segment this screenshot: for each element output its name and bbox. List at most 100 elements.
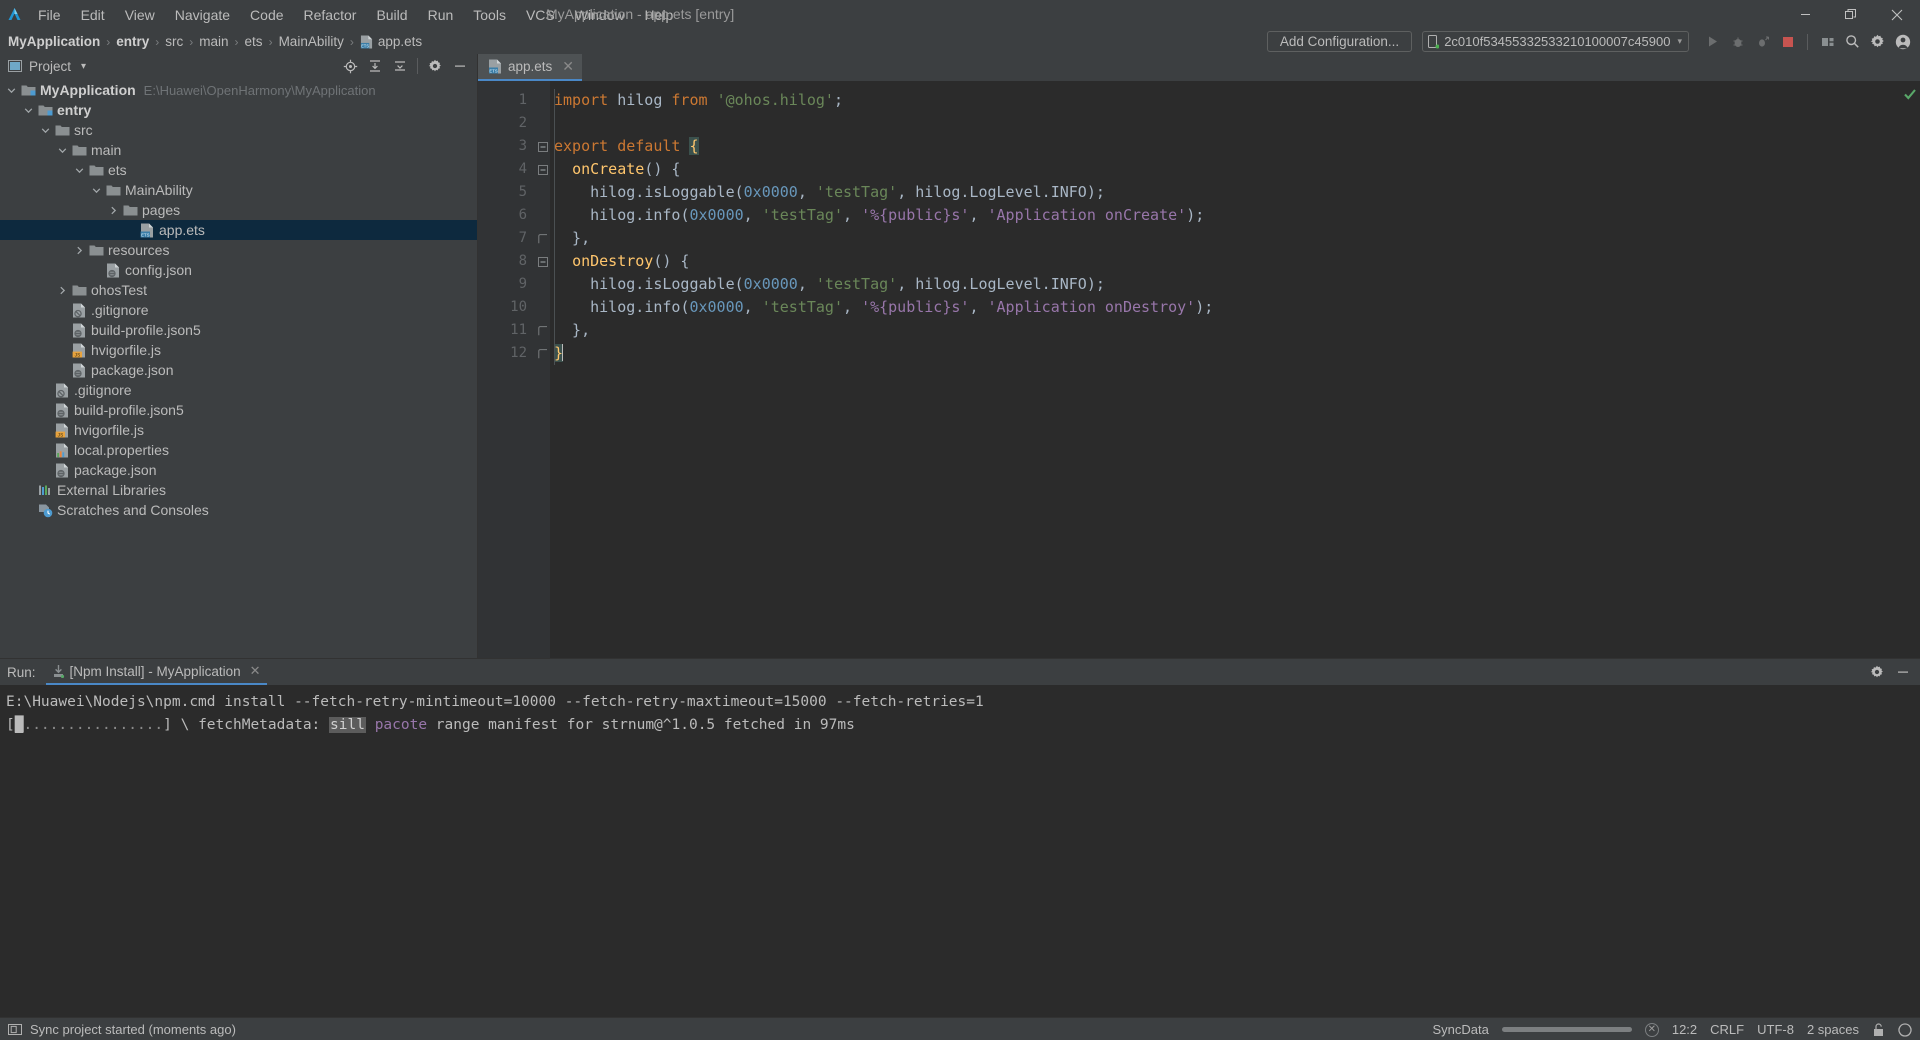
settings-icon[interactable]	[1866, 30, 1889, 53]
breadcrumb-item-app-ets[interactable]: app.ets	[378, 34, 422, 49]
tree-item-external-libraries[interactable]: External Libraries	[0, 480, 477, 500]
minimize-icon[interactable]	[1782, 0, 1828, 29]
chevron-down-icon[interactable]	[23, 105, 34, 116]
breadcrumb-item-myapplication[interactable]: MyApplication	[8, 34, 100, 49]
gear-icon[interactable]	[1866, 661, 1888, 683]
stop-icon[interactable]	[1776, 30, 1799, 53]
fold-toggle-icon[interactable]	[536, 135, 550, 158]
tree-item-build-profile-json5[interactable]: build-profile.json5	[0, 400, 477, 420]
code-token: '%{public}s'	[861, 298, 970, 316]
caret-position[interactable]: 12:2	[1672, 1022, 1697, 1037]
run-icon[interactable]	[1701, 30, 1724, 53]
device-selector[interactable]: 2c010f53455332533210100007c45900 ▾	[1422, 31, 1689, 52]
close-icon[interactable]	[1874, 0, 1920, 29]
menu-item-view[interactable]: View	[115, 4, 165, 26]
code-token: 'Application onCreate'	[987, 206, 1187, 224]
collapse-all-icon[interactable]	[389, 55, 411, 77]
breadcrumb-item-src[interactable]: src	[165, 34, 183, 49]
tree-item-hvigorfile-js[interactable]: JS hvigorfile.js	[0, 420, 477, 440]
menu-item-tools[interactable]: Tools	[463, 4, 516, 26]
encoding[interactable]: UTF-8	[1757, 1022, 1794, 1037]
tree-item-myapplication[interactable]: MyApplication E:\Huawei\OpenHarmony\MyApp…	[0, 80, 477, 100]
cancel-sync-icon[interactable]: ✕	[1644, 1022, 1659, 1037]
fold-toggle-icon[interactable]	[536, 158, 550, 181]
search-icon[interactable]	[1841, 30, 1864, 53]
line-separator[interactable]: CRLF	[1710, 1022, 1744, 1037]
tree-item-pages[interactable]: pages	[0, 200, 477, 220]
tree-item-main[interactable]: main	[0, 140, 477, 160]
chevron-right-icon[interactable]	[108, 205, 119, 216]
debug-icon[interactable]	[1726, 30, 1749, 53]
menu-item-edit[interactable]: Edit	[71, 4, 115, 26]
tree-item-entry[interactable]: entry	[0, 100, 477, 120]
menu-item-build[interactable]: Build	[366, 4, 417, 26]
run-console-output[interactable]: E:\Huawei\Nodejs\npm.cmd install --fetch…	[0, 685, 1920, 1017]
tree-item-local-properties[interactable]: local.properties	[0, 440, 477, 460]
tree-item-package-json[interactable]: package.json	[0, 460, 477, 480]
close-icon[interactable]: ✕	[250, 663, 261, 679]
chevron-down-icon[interactable]	[74, 165, 85, 176]
hide-icon[interactable]	[449, 55, 471, 77]
chevron-down-icon[interactable]: ▾	[81, 61, 86, 72]
run-tab-npm-install[interactable]: [Npm Install] - MyApplication ✕	[45, 659, 267, 685]
maximize-icon[interactable]	[1828, 0, 1874, 29]
event-log-icon[interactable]	[8, 1023, 22, 1036]
chevron-down-icon[interactable]	[91, 185, 102, 196]
chevron-down-icon[interactable]	[40, 125, 51, 136]
lock-icon[interactable]	[1872, 1022, 1885, 1037]
project-tree[interactable]: MyApplication E:\Huawei\OpenHarmony\MyApp…	[0, 78, 477, 658]
menu-item-code[interactable]: Code	[240, 4, 293, 26]
fold-toggle-icon[interactable]	[536, 227, 550, 250]
menu-item-run[interactable]: Run	[418, 4, 464, 26]
tree-item-ohostest[interactable]: ohosTest	[0, 280, 477, 300]
tree-item--gitignore[interactable]: .gitignore	[0, 380, 477, 400]
menu-item-refactor[interactable]: Refactor	[294, 4, 367, 26]
breadcrumb-item-mainability[interactable]: MainAbility	[279, 34, 344, 49]
chevron-down-icon[interactable]	[6, 85, 17, 96]
chevron-right-icon[interactable]	[57, 285, 68, 296]
code-token: (	[734, 183, 744, 201]
svg-text:JS: JS	[57, 432, 63, 438]
tree-item-ets[interactable]: ets	[0, 160, 477, 180]
code-content[interactable]: import hilog from '@ohos.hilog'; export …	[550, 81, 1902, 658]
fold-toggle-icon[interactable]	[536, 250, 550, 273]
tree-item-app-ets[interactable]: ETS app.ets	[0, 220, 477, 240]
device-label: 2c010f53455332533210100007c45900	[1444, 34, 1671, 49]
expand-all-icon[interactable]	[364, 55, 386, 77]
tree-item-scratches-and-consoles[interactable]: Scratches and Consoles	[0, 500, 477, 520]
npm-install-icon	[52, 664, 65, 678]
fold-gutter[interactable]	[536, 81, 550, 658]
add-configuration-button[interactable]: Add Configuration...	[1266, 31, 1413, 52]
tree-item-hvigorfile-js[interactable]: JS hvigorfile.js	[0, 340, 477, 360]
tree-item-config-json[interactable]: config.json	[0, 260, 477, 280]
locate-icon[interactable]	[339, 55, 361, 77]
tree-item-package-json[interactable]: package.json	[0, 360, 477, 380]
menu-item-file[interactable]: File	[28, 4, 71, 26]
editor-tab-app-ets[interactable]: ETS app.ets ✕	[478, 54, 583, 81]
project-structure-icon[interactable]	[1816, 30, 1839, 53]
indent-setting[interactable]: 2 spaces	[1807, 1022, 1859, 1037]
event-log-indicator-icon[interactable]	[1898, 1022, 1912, 1037]
chevron-down-icon[interactable]	[57, 145, 68, 156]
breadcrumb-item-main[interactable]: main	[199, 34, 228, 49]
tree-item-src[interactable]: src	[0, 120, 477, 140]
tree-item-resources[interactable]: resources	[0, 240, 477, 260]
console-line: E:\Huawei\Nodejs\npm.cmd install --fetch…	[6, 694, 984, 710]
breadcrumb-item-ets[interactable]: ets	[245, 34, 263, 49]
close-icon[interactable]: ✕	[562, 58, 574, 75]
fold-toggle-icon[interactable]	[536, 319, 550, 342]
tree-item--gitignore[interactable]: .gitignore	[0, 300, 477, 320]
breadcrumb-separator: ›	[189, 34, 194, 49]
menu-item-navigate[interactable]: Navigate	[165, 4, 240, 26]
editor-viewport[interactable]: 1 2 3 4 5 6 7 8 9 10 11 12 import hilog from '@ohos…	[478, 81, 1920, 658]
tree-item-mainability[interactable]: MainAbility	[0, 180, 477, 200]
fold-toggle-icon[interactable]	[536, 342, 550, 365]
tree-item-build-profile-json5[interactable]: build-profile.json5	[0, 320, 477, 340]
profile-icon[interactable]	[1751, 30, 1774, 53]
gear-icon[interactable]	[424, 55, 446, 77]
hide-icon[interactable]	[1892, 661, 1914, 683]
chevron-right-icon[interactable]	[74, 245, 85, 256]
account-icon[interactable]	[1891, 30, 1914, 53]
breadcrumb-item-entry[interactable]: entry	[116, 34, 149, 49]
run-panel-label: Run:	[7, 664, 36, 680]
